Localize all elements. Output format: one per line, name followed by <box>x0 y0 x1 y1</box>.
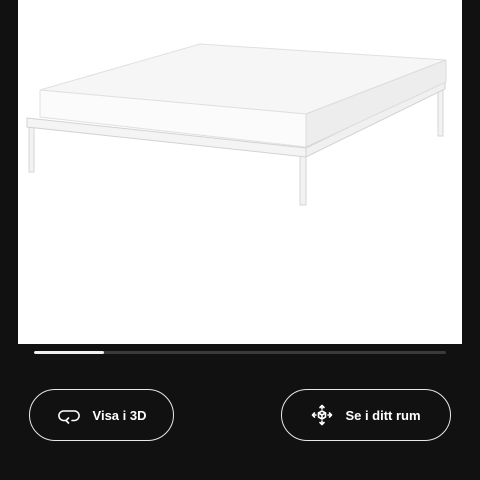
view-in-room-button[interactable]: Se i ditt rum <box>281 389 451 441</box>
image-progress-bar[interactable] <box>34 351 446 354</box>
view-3d-label: Visa i 3D <box>92 407 147 423</box>
rotate-3d-icon <box>57 406 81 424</box>
bed-illustration <box>26 43 447 206</box>
view-in-room-label: Se i ditt rum <box>345 407 421 423</box>
product-image[interactable] <box>18 0 462 344</box>
ar-view-icon <box>311 404 333 426</box>
image-progress-fill <box>34 351 105 354</box>
view-3d-button[interactable]: Visa i 3D <box>29 389 174 441</box>
